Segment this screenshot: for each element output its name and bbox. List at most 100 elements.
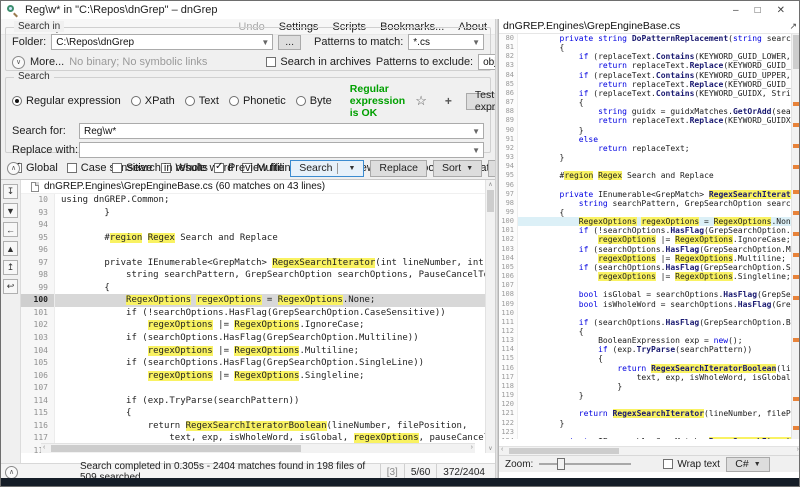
result-line[interactable]: 103 if (searchOptions.HasFlag(GrepSearch… bbox=[21, 332, 485, 345]
preview-line[interactable]: 104 regexOptions |= RegexOptions.Multili… bbox=[499, 253, 799, 263]
match-marker[interactable] bbox=[793, 144, 799, 148]
wrap-text-checkbox[interactable]: Wrap text bbox=[663, 459, 720, 470]
preview-line[interactable]: 92 return replaceText; bbox=[499, 143, 799, 154]
scroll-up-icon[interactable]: ∧ bbox=[486, 181, 495, 188]
preview-line[interactable]: 121 return RegexSearchIterator(lineNumbe… bbox=[499, 409, 799, 419]
result-line[interactable]: 116 return RegexSearchIteratorBoolean(li… bbox=[21, 419, 485, 433]
results-vertical-scrollbar[interactable]: ∧ ∨ bbox=[485, 180, 495, 453]
close-icon[interactable]: ✕ bbox=[777, 5, 785, 16]
folder-input[interactable]: C:\Repos\dnGrep ▼ bbox=[51, 34, 274, 50]
next-file-button[interactable]: ↧ bbox=[3, 184, 18, 199]
replace-with-input[interactable]: ▼ bbox=[79, 142, 484, 158]
preview-line[interactable]: 91 else bbox=[499, 134, 799, 144]
preview-line[interactable]: 99 { bbox=[499, 207, 799, 218]
chevron-down-icon[interactable]: ▼ bbox=[261, 38, 269, 47]
preview-line[interactable]: 111 if (searchOptions.HasFlag(GrepSearch… bbox=[499, 317, 799, 327]
preview-line[interactable]: 114 if (exp.TryParse(searchPattern)) bbox=[499, 345, 799, 355]
preview-line[interactable]: 120 bbox=[499, 400, 799, 410]
preview-file-checkbox[interactable]: Preview file bbox=[213, 161, 284, 174]
preview-line[interactable]: 115 { bbox=[499, 354, 799, 364]
results-tree[interactable]: dnGREP.Engines\GrepEngineBase.cs (60 mat… bbox=[21, 180, 485, 453]
result-line[interactable]: 93 } bbox=[21, 206, 485, 220]
scroll-right-icon[interactable]: › bbox=[471, 444, 473, 451]
preview-line[interactable]: 122 } bbox=[499, 418, 799, 428]
preview-editor[interactable]: 80 private string DoPatternReplacement(s… bbox=[499, 34, 799, 439]
preview-horizontal-scrollbar[interactable]: ‹ › bbox=[499, 446, 799, 455]
result-line[interactable]: 105 if (searchOptions.HasFlag(GrepSearch… bbox=[21, 357, 485, 370]
result-line[interactable]: 95 #region Regex Search and Replace bbox=[21, 231, 485, 245]
status-expand-icon[interactable]: ∧ bbox=[5, 465, 18, 479]
result-line[interactable]: 115 { bbox=[21, 407, 485, 420]
bookmark-star-icon[interactable]: ☆ bbox=[415, 93, 427, 109]
result-line[interactable]: 96 bbox=[21, 244, 485, 257]
search-for-input[interactable]: Reg\w* ▼ bbox=[79, 123, 484, 139]
search-in-results-checkbox[interactable]: Search in results bbox=[112, 162, 208, 174]
result-line[interactable]: 114 if (exp.TryParse(searchPattern)) bbox=[21, 394, 485, 408]
preview-vertical-scrollbar[interactable] bbox=[791, 34, 799, 439]
open-in-window-icon[interactable]: ↗ bbox=[789, 21, 797, 32]
result-line[interactable]: 101 if (!searchOptions.HasFlag(GrepSearc… bbox=[21, 306, 485, 320]
scroll-left-icon[interactable]: ‹ bbox=[43, 444, 45, 451]
preview-line[interactable]: 93 } bbox=[499, 153, 799, 163]
result-line[interactable]: 107 bbox=[21, 382, 485, 395]
preview-line[interactable]: 108 bool isGlobal = searchOptions.HasFla… bbox=[499, 290, 799, 300]
match-marker[interactable] bbox=[793, 426, 799, 430]
preview-line[interactable]: 117 text, exp, isWholeWord, isGlobal, bbox=[499, 372, 799, 382]
preview-line[interactable]: 87 { bbox=[499, 98, 799, 108]
result-line[interactable]: 10 using dnGREP.Common; bbox=[21, 194, 485, 207]
preview-line[interactable]: 103 if (searchOptions.HasFlag(GrepSearch… bbox=[499, 244, 799, 254]
preview-line[interactable]: 112 { bbox=[499, 327, 799, 337]
radio-phonetic[interactable]: Phonetic bbox=[228, 95, 286, 107]
collapse-options-icon[interactable]: ∧ bbox=[7, 161, 20, 175]
browse-button[interactable]: ... bbox=[278, 34, 302, 50]
match-marker[interactable] bbox=[793, 338, 799, 342]
search-button[interactable]: Search ▼ bbox=[290, 159, 365, 177]
result-file-header[interactable]: dnGREP.Engines\GrepEngineBase.cs (60 mat… bbox=[21, 180, 485, 194]
preview-line[interactable]: 124 private IEnumerable<GrepMatch> Regex… bbox=[499, 436, 799, 439]
search-archives-checkbox[interactable]: Search in archives bbox=[266, 56, 371, 68]
preview-line[interactable]: 116 return RegexSearchIteratorBoolean(li… bbox=[499, 363, 799, 373]
scroll-left-icon[interactable]: ‹ bbox=[501, 446, 503, 453]
preview-line[interactable]: 81 { bbox=[499, 43, 799, 53]
result-line[interactable]: 102 regexOptions |= RegexOptions.IgnoreC… bbox=[21, 319, 485, 333]
preview-line[interactable]: 82 if (replaceText.Contains(KEYWORD_GUID… bbox=[499, 52, 799, 62]
match-marker[interactable] bbox=[793, 232, 799, 236]
result-line[interactable]: 98 string searchPattern, GrepSearchOptio… bbox=[21, 269, 485, 282]
preview-line[interactable]: 118 } bbox=[499, 381, 799, 392]
chevron-down-icon[interactable]: ▼ bbox=[472, 38, 480, 47]
slider-thumb[interactable] bbox=[557, 458, 566, 470]
preview-line[interactable]: 88 string guidx = guidxMatches.GetOrAdd(… bbox=[499, 107, 799, 117]
preview-line[interactable]: 80 private string DoPatternReplacement(s… bbox=[499, 34, 799, 44]
previous-match-button[interactable]: ▲ bbox=[3, 241, 18, 256]
radio-text[interactable]: Text bbox=[184, 95, 219, 107]
preview-line[interactable]: 85 return replaceText.Replace(KEYWORD_GU… bbox=[499, 79, 799, 89]
match-marker[interactable] bbox=[793, 102, 799, 106]
results-horizontal-scrollbar[interactable]: ‹ › bbox=[41, 443, 475, 453]
previous-file-button[interactable]: ↥ bbox=[3, 260, 18, 275]
scrollbar-thumb[interactable] bbox=[793, 35, 799, 69]
radio-xpath[interactable]: XPath bbox=[130, 95, 175, 107]
preview-line[interactable]: 119 } bbox=[499, 391, 799, 401]
result-line[interactable]: 94 bbox=[21, 219, 485, 232]
radio-byte[interactable]: Byte bbox=[295, 95, 332, 107]
maximize-icon[interactable]: □ bbox=[755, 5, 761, 16]
preview-line[interactable]: 86 if (replaceText.Contains(KEYWORD_GUID… bbox=[499, 88, 799, 99]
preview-line[interactable]: 102 regexOptions |= RegexOptions.IgnoreC… bbox=[499, 235, 799, 245]
result-line[interactable]: 104 regexOptions |= RegexOptions.Multili… bbox=[21, 344, 485, 358]
replace-button[interactable]: Replace bbox=[370, 159, 427, 177]
match-marker[interactable] bbox=[793, 397, 799, 401]
add-bookmark-icon[interactable]: + bbox=[445, 94, 452, 108]
preview-line[interactable]: 95 #region Regex Search and Replace bbox=[499, 171, 799, 181]
preview-line[interactable]: 100 RegexOptions regexOptions = RegexOpt… bbox=[499, 217, 799, 227]
match-marker[interactable] bbox=[793, 275, 799, 279]
preview-line[interactable]: 123 bbox=[499, 427, 799, 437]
match-marker[interactable] bbox=[793, 211, 799, 215]
match-marker[interactable] bbox=[793, 123, 799, 127]
result-line[interactable]: 106 regexOptions |= RegexOptions.Singlel… bbox=[21, 369, 485, 383]
scrollbar-thumb[interactable] bbox=[487, 190, 494, 212]
preview-line[interactable]: 96 bbox=[499, 180, 799, 190]
syntax-select[interactable]: C# ▼ bbox=[725, 456, 770, 472]
preview-line[interactable]: 94 bbox=[499, 162, 799, 172]
scrollbar-thumb[interactable] bbox=[509, 448, 619, 454]
match-marker[interactable] bbox=[793, 253, 799, 257]
